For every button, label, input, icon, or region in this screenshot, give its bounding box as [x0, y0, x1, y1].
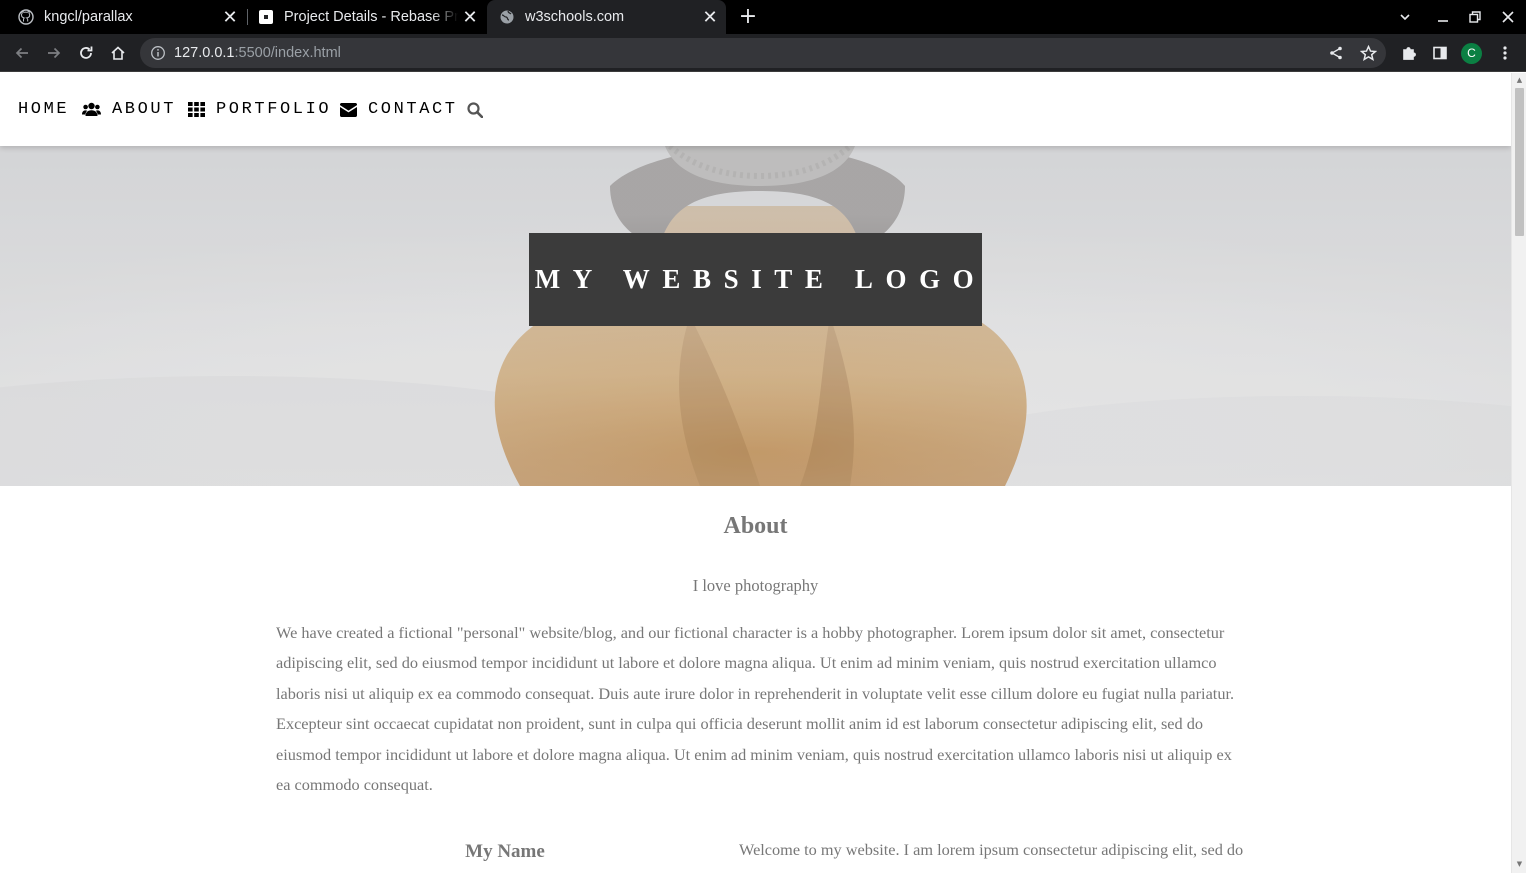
hero-image-section: MY WEBSITE LOGO: [0, 146, 1511, 486]
tab-title: w3schools.com: [525, 9, 625, 25]
extensions-icon[interactable]: [1394, 39, 1422, 67]
about-subtitle: I love photography: [692, 576, 819, 595]
info-icon[interactable]: [150, 45, 166, 61]
close-window-button[interactable]: [1492, 0, 1524, 34]
scrollbar-thumb[interactable]: [1515, 88, 1524, 236]
tab-project-details[interactable]: Project Details - Rebase Pr ✕: [248, 0, 486, 34]
users-icon: [82, 102, 101, 116]
tab-kngcl-parallax[interactable]: kngcl/parallax ✕: [0, 0, 246, 34]
reload-button[interactable]: [72, 39, 100, 67]
page-viewport: HOME ABOUT PORTFOLIO CONTACT MY WEBSITE …: [0, 73, 1511, 873]
close-icon[interactable]: ✕: [458, 7, 482, 28]
home-button[interactable]: [104, 39, 132, 67]
browser-toolbar: 127.0.0.1:5500/index.html C: [0, 34, 1526, 72]
nav-portfolio[interactable]: PORTFOLIO: [188, 73, 331, 146]
address-bar[interactable]: 127.0.0.1:5500/index.html: [140, 38, 1386, 68]
top-navbar: HOME ABOUT PORTFOLIO CONTACT: [0, 73, 1511, 146]
search-icon: [467, 101, 483, 118]
nav-home-label: HOME: [18, 100, 70, 119]
restore-button[interactable]: [1459, 0, 1491, 34]
about-heading: About: [723, 513, 788, 539]
menu-kebab-icon[interactable]: [1491, 39, 1519, 67]
close-icon[interactable]: ✕: [698, 7, 722, 28]
nav-portfolio-label: PORTFOLIO: [216, 100, 332, 119]
welcome-paragraph: Welcome to my website. I am lorem ipsum …: [739, 840, 1244, 873]
forward-button[interactable]: [40, 39, 68, 67]
page-icon: [258, 9, 274, 25]
tab-title: Project Details - Rebase Pr: [284, 9, 458, 25]
side-panel-icon[interactable]: [1426, 39, 1454, 67]
back-button[interactable]: [8, 39, 36, 67]
github-icon: [18, 9, 34, 25]
grid-icon: [188, 102, 205, 117]
url-host: 127.0.0.1: [174, 45, 235, 61]
profile-avatar[interactable]: C: [1461, 43, 1482, 64]
url-text: 127.0.0.1:5500/index.html: [174, 38, 341, 68]
new-tab-button[interactable]: +: [736, 4, 760, 30]
tab-search-button[interactable]: [1389, 0, 1421, 34]
nav-contact-label: CONTACT: [368, 100, 458, 119]
browser-tab-bar: kngcl/parallax ✕ Project Details - Rebas…: [0, 0, 1526, 34]
nav-about[interactable]: ABOUT: [82, 73, 176, 146]
my-name-heading: My Name: [465, 841, 545, 862]
nav-home[interactable]: HOME: [18, 73, 69, 146]
bookmark-star-icon[interactable]: [1354, 39, 1382, 67]
tab-w3schools[interactable]: w3schools.com ✕: [487, 0, 726, 34]
minimize-button[interactable]: [1427, 0, 1459, 34]
about-paragraph: We have created a fictional "personal" w…: [276, 623, 1235, 795]
nav-contact[interactable]: CONTACT: [340, 73, 458, 146]
page-scrollbar[interactable]: ▲ ▼: [1511, 73, 1526, 873]
nav-about-label: ABOUT: [112, 100, 177, 119]
tab-title: kngcl/parallax: [44, 9, 133, 25]
globe-icon: [499, 9, 515, 25]
scroll-up-arrow[interactable]: ▲: [1515, 76, 1524, 85]
website-logo-box: MY WEBSITE LOGO: [529, 233, 982, 326]
share-icon[interactable]: [1322, 39, 1350, 67]
nav-search[interactable]: [467, 73, 494, 146]
scroll-down-arrow[interactable]: ▼: [1515, 860, 1524, 869]
envelope-icon: [340, 102, 357, 117]
close-icon[interactable]: ✕: [218, 7, 242, 28]
url-path: :5500/index.html: [234, 45, 341, 61]
